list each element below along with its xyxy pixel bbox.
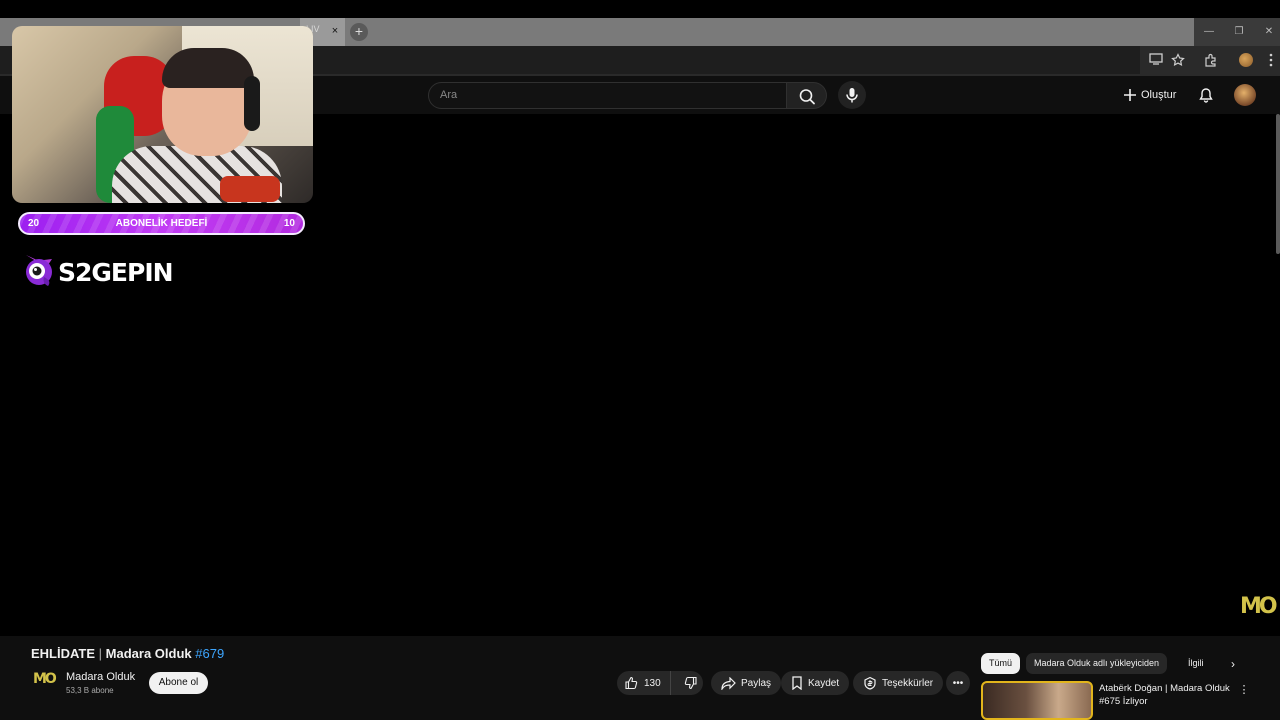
bookmark-star-icon[interactable] bbox=[1170, 53, 1186, 69]
bookmark-icon bbox=[792, 676, 802, 690]
restore-button[interactable]: ❐ bbox=[1224, 18, 1254, 46]
minimize-button[interactable]: — bbox=[1194, 18, 1224, 46]
channel-watermark[interactable]: MO bbox=[1240, 594, 1278, 619]
page-scrollbar[interactable] bbox=[1276, 114, 1280, 254]
search-input[interactable] bbox=[428, 82, 787, 109]
video-title-channel: Madara Olduk bbox=[105, 646, 192, 661]
thumbs-down-icon bbox=[684, 676, 697, 690]
more-actions-button[interactable]: ••• bbox=[946, 671, 970, 695]
browser-menu-icon[interactable] bbox=[1263, 53, 1279, 69]
recommendation-thumbnail[interactable] bbox=[981, 681, 1093, 720]
cast-icon[interactable] bbox=[1148, 53, 1164, 69]
extensions-icon[interactable] bbox=[1203, 53, 1219, 69]
webcam-microphone bbox=[220, 176, 280, 202]
webcam-streamer-hair bbox=[162, 48, 254, 88]
goal-current-value: 20 bbox=[28, 218, 40, 229]
search-icon bbox=[799, 89, 815, 105]
recommendation-menu-icon[interactable]: ⋮ bbox=[1238, 683, 1250, 697]
create-button[interactable]: Oluştur bbox=[1123, 84, 1176, 106]
thanks-label: Teşekkürler bbox=[882, 677, 934, 689]
share-label: Paylaş bbox=[741, 677, 772, 689]
thanks-button[interactable]: Teşekkürler bbox=[853, 671, 944, 695]
eye-logo-icon bbox=[22, 251, 56, 287]
webcam-headphone bbox=[244, 76, 260, 131]
account-avatar[interactable] bbox=[1234, 84, 1256, 106]
video-title-separator: | bbox=[95, 646, 106, 661]
thumbs-up-icon bbox=[625, 676, 638, 690]
voice-search-button[interactable] bbox=[838, 81, 866, 109]
subscribe-button[interactable]: Abone ol bbox=[149, 672, 208, 694]
microphone-icon bbox=[846, 88, 858, 103]
close-window-button[interactable]: ✕ bbox=[1254, 18, 1280, 46]
video-title: EHLİDATE | Madara Olduk #679 bbox=[31, 646, 224, 661]
channel-avatar[interactable]: MO bbox=[33, 671, 57, 693]
subscriber-count: 53,3 B abone bbox=[66, 686, 114, 695]
share-button[interactable]: Paylaş bbox=[711, 671, 782, 695]
dislike-button[interactable] bbox=[676, 671, 706, 695]
save-label: Kaydet bbox=[808, 677, 840, 689]
browser-profile-avatar[interactable] bbox=[1239, 53, 1253, 67]
like-button[interactable]: 130 bbox=[617, 671, 671, 695]
subscription-goal-bar: 20 ABONELİK HEDEFİ 10 bbox=[18, 212, 305, 235]
chip-related[interactable]: İlgili bbox=[1180, 653, 1212, 674]
share-arrow-icon bbox=[721, 676, 736, 690]
save-button[interactable]: Kaydet bbox=[781, 671, 850, 695]
search-placeholder: Ara bbox=[440, 89, 458, 101]
create-label: Oluştur bbox=[1141, 89, 1177, 101]
like-count: 130 bbox=[644, 677, 661, 689]
plus-icon bbox=[1124, 89, 1136, 101]
new-tab-button[interactable]: + bbox=[350, 23, 368, 41]
video-title-main: EHLİDATE bbox=[31, 646, 96, 661]
webcam-overlay bbox=[12, 26, 313, 203]
like-dislike-group: 130 bbox=[617, 671, 703, 695]
brand-logo-text: S2GEPIN bbox=[58, 258, 174, 287]
goal-target-value: 10 bbox=[283, 218, 295, 229]
notifications-bell-icon[interactable] bbox=[1198, 87, 1214, 103]
channel-name[interactable]: Madara Olduk bbox=[66, 671, 135, 683]
goal-label: ABONELİK HEDEFİ bbox=[115, 218, 208, 229]
recommendation-title[interactable]: Atabërk Doğan | Madara Olduk #675 İzliyo… bbox=[1099, 682, 1234, 708]
video-hashtag[interactable]: #679 bbox=[195, 646, 224, 661]
chevron-right-icon[interactable]: › bbox=[1226, 657, 1240, 673]
chip-all[interactable]: Tümü bbox=[981, 653, 1021, 674]
more-dots-icon: ••• bbox=[952, 677, 964, 689]
tab-close-icon[interactable]: × bbox=[329, 24, 341, 38]
chip-from-uploader[interactable]: Madara Olduk adlı yükleyiciden bbox=[1026, 653, 1168, 674]
super-thanks-icon bbox=[864, 676, 876, 690]
search-button[interactable] bbox=[787, 82, 827, 109]
